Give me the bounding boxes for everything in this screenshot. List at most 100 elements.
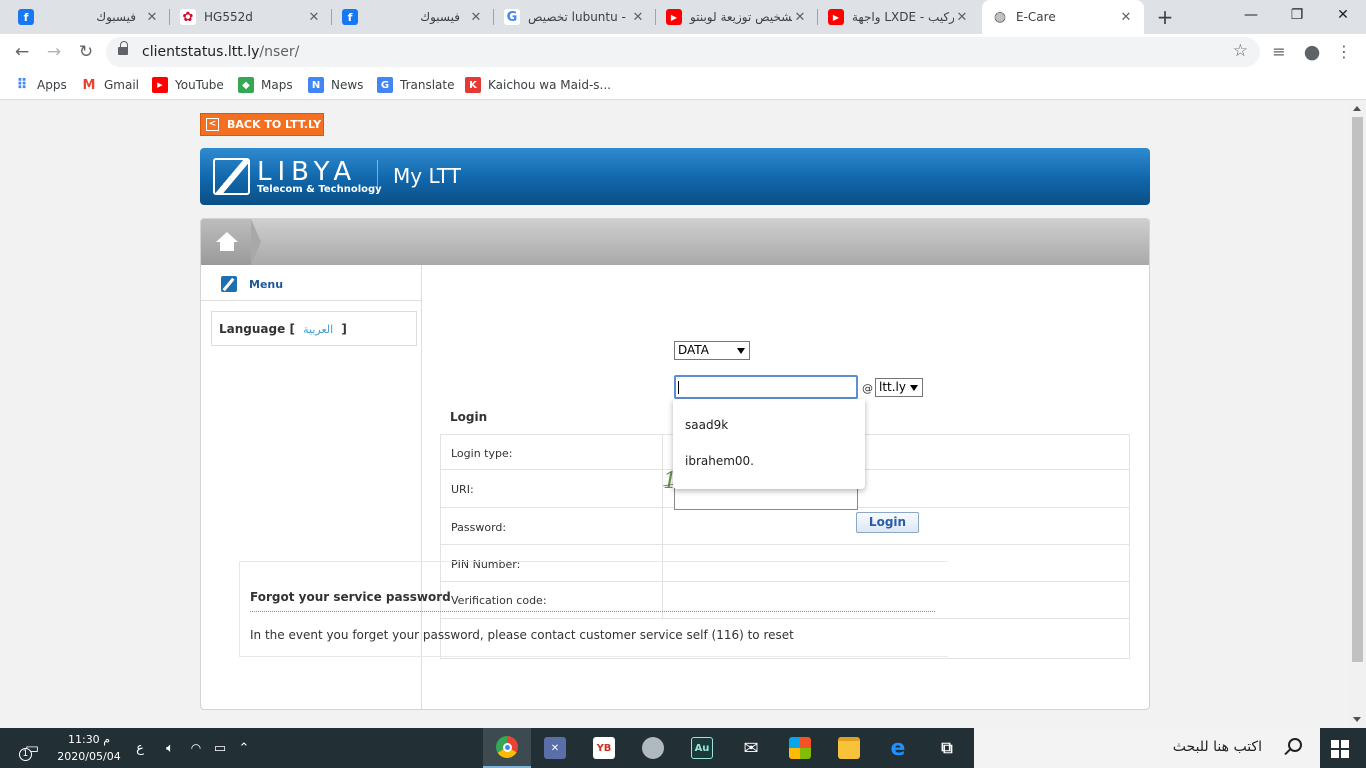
back-arrow-icon[interactable]: ← — [10, 40, 34, 64]
bookmark-maps[interactable]: ◆ Maps — [238, 76, 293, 94]
audition-icon: Au — [691, 737, 713, 759]
language-arabic-link[interactable]: العربية — [303, 323, 333, 336]
file-explorer-icon — [838, 737, 860, 759]
back-to-ltt-button[interactable]: < BACK TO LTT.LY — [200, 113, 324, 136]
scroll-down-icon[interactable] — [1353, 717, 1361, 722]
browser-tab[interactable]: f فيسبوك ✕ — [332, 0, 494, 34]
menu-header[interactable]: Menu — [201, 265, 421, 301]
home-icon — [216, 232, 238, 252]
scroll-thumb[interactable] — [1352, 117, 1363, 662]
minimize-icon[interactable]: — — [1228, 0, 1274, 30]
windows-start-icon[interactable] — [1331, 740, 1349, 758]
k-bookmark-icon: K — [465, 77, 481, 93]
apps-grid-icon: ⠿ — [16, 77, 28, 93]
bookmark-kaichou[interactable]: K Kaichou wa Maid-s... — [465, 76, 611, 94]
close-tab-icon[interactable]: ✕ — [1118, 10, 1134, 25]
task-view-icon: ⧉ — [941, 738, 953, 757]
media-queue-icon[interactable]: ≡ — [1267, 40, 1291, 64]
input-language[interactable]: ع — [130, 728, 150, 768]
close-tab-icon[interactable]: ✕ — [468, 10, 484, 25]
browser-tab[interactable]: ▶ تشخيص توزيعة لوبنتو ✕ — [656, 0, 818, 34]
taskbar-app-store[interactable] — [776, 728, 824, 768]
browser-tab-strip: f فيسبوك ✕ ✿ HG552d ✕ f فيسبوك ✕ G تخصيص… — [0, 0, 1366, 34]
bookmark-star-icon[interactable]: ☆ — [1233, 41, 1248, 61]
taskbar-task-view[interactable]: ⧉ — [923, 728, 971, 768]
dropdown-arrow-icon — [737, 348, 745, 354]
bookmark-translate[interactable]: G Translate — [377, 76, 455, 94]
taskbar-app[interactable] — [629, 728, 677, 768]
maps-icon: ◆ — [238, 77, 254, 93]
taskbar-app-explorer[interactable] — [825, 728, 873, 768]
close-tab-icon[interactable]: ✕ — [144, 10, 160, 25]
search-icon — [1288, 738, 1302, 752]
more-menu-icon[interactable]: ⋮ — [1332, 40, 1356, 64]
chevron-left-icon: < — [206, 118, 219, 131]
forward-arrow-icon[interactable]: → — [42, 40, 66, 64]
browser-tab-active[interactable]: ◍ E-Care ✕ — [982, 0, 1144, 34]
browser-tab[interactable]: ▶ واجهة LXDE - التركيب ✕ — [818, 0, 980, 34]
windows-taskbar: ▭ 1 11:30 م 2020/05/04 ع 🔈︎ ◠ ▭ ⌃ ✕ YB Au… — [0, 728, 1366, 768]
browser-tab[interactable]: ✿ HG552d ✕ — [170, 0, 332, 34]
taskbar-app-chrome[interactable] — [483, 728, 531, 768]
battery-icon[interactable]: ▭ — [208, 728, 232, 768]
taskbar-app-edge[interactable]: e — [874, 728, 922, 768]
new-tab-icon[interactable]: + — [1153, 5, 1177, 29]
login-type-select[interactable]: DATA — [674, 341, 750, 360]
domain-select[interactable]: ltt.ly — [875, 378, 923, 397]
yb-app-icon: YB — [593, 737, 615, 759]
close-tab-icon[interactable]: ✕ — [792, 10, 808, 25]
bookmark-news[interactable]: N News — [308, 76, 363, 94]
clock[interactable]: 11:30 م 2020/05/04 — [52, 731, 126, 765]
home-button[interactable] — [201, 219, 261, 265]
facebook-icon: f — [342, 9, 358, 25]
page-viewport: < BACK TO LTT.LY LIBYA Telecom & Technol… — [0, 101, 1349, 728]
news-icon: N — [308, 77, 324, 93]
taskbar-app-yb[interactable]: YB — [580, 728, 628, 768]
autocomplete-item[interactable]: saad9k — [685, 418, 728, 432]
bookmark-apps[interactable]: ⠿ Apps — [14, 76, 67, 94]
banner-divider — [377, 160, 378, 193]
bookmark-youtube[interactable]: ▶ YouTube — [152, 76, 224, 94]
brand-name: LIBYA — [257, 157, 358, 187]
forgot-text: In the event you forget your password, p… — [250, 628, 794, 642]
taskbar-app-mail[interactable]: ✉ — [727, 728, 775, 768]
chevron-up-icon[interactable]: ⌃ — [232, 728, 256, 768]
dotted-divider — [250, 611, 935, 612]
forgot-password-section: Forgot your service password In the even… — [239, 561, 948, 657]
browser-tab[interactable]: G تخصيص lubuntu - ✕ — [494, 0, 656, 34]
translate-icon: G — [377, 77, 393, 93]
notification-center-icon[interactable]: ▭ 1 — [18, 728, 46, 768]
volume-icon[interactable]: 🔈︎ — [158, 728, 182, 768]
page-scrollbar[interactable] — [1349, 101, 1366, 728]
close-window-icon[interactable]: ✕ — [1320, 0, 1366, 30]
store-icon — [789, 737, 811, 759]
bookmarks-bar: ⠿ Apps M Gmail ▶ YouTube ◆ Maps N News G Trans… — [0, 70, 1366, 100]
notification-badge: 1 — [18, 748, 32, 761]
close-tab-icon[interactable]: ✕ — [630, 10, 646, 25]
close-tab-icon[interactable]: ✕ — [306, 10, 322, 25]
language-switcher: Language [ العربية ] — [211, 311, 417, 346]
login-button[interactable]: Login — [856, 512, 919, 533]
reload-icon[interactable]: ↻ — [74, 40, 98, 64]
wifi-icon[interactable]: ◠ — [184, 728, 208, 768]
taskbar-search[interactable]: اكتب هنا للبحث — [974, 728, 1320, 768]
close-tab-icon[interactable]: ✕ — [954, 10, 970, 25]
taskbar-app[interactable]: ✕ — [531, 728, 579, 768]
facebook-icon: f — [18, 9, 34, 25]
autocomplete-item[interactable]: ibrahem00. — [685, 454, 754, 468]
address-bar[interactable]: clientstatus.ltt.ly/nser/ ☆ — [106, 37, 1260, 67]
youtube-icon: ▶ — [828, 9, 844, 25]
breadcrumb — [201, 219, 1149, 265]
profile-icon[interactable]: ● — [1300, 40, 1324, 64]
uri-input[interactable] — [674, 375, 858, 399]
restore-icon[interactable]: ❐ — [1274, 0, 1320, 30]
tab-title: واجهة LXDE - التركيب — [852, 10, 954, 24]
bookmark-gmail[interactable]: M Gmail — [81, 76, 139, 94]
chrome-icon — [496, 736, 518, 758]
huawei-icon: ✿ — [180, 9, 196, 25]
tab-title: فيسبوك — [420, 10, 460, 24]
scroll-up-icon[interactable] — [1353, 106, 1361, 111]
browser-tab[interactable]: f فيسبوك ✕ — [8, 0, 170, 34]
gmail-icon: M — [82, 77, 96, 93]
taskbar-app-audition[interactable]: Au — [678, 728, 726, 768]
